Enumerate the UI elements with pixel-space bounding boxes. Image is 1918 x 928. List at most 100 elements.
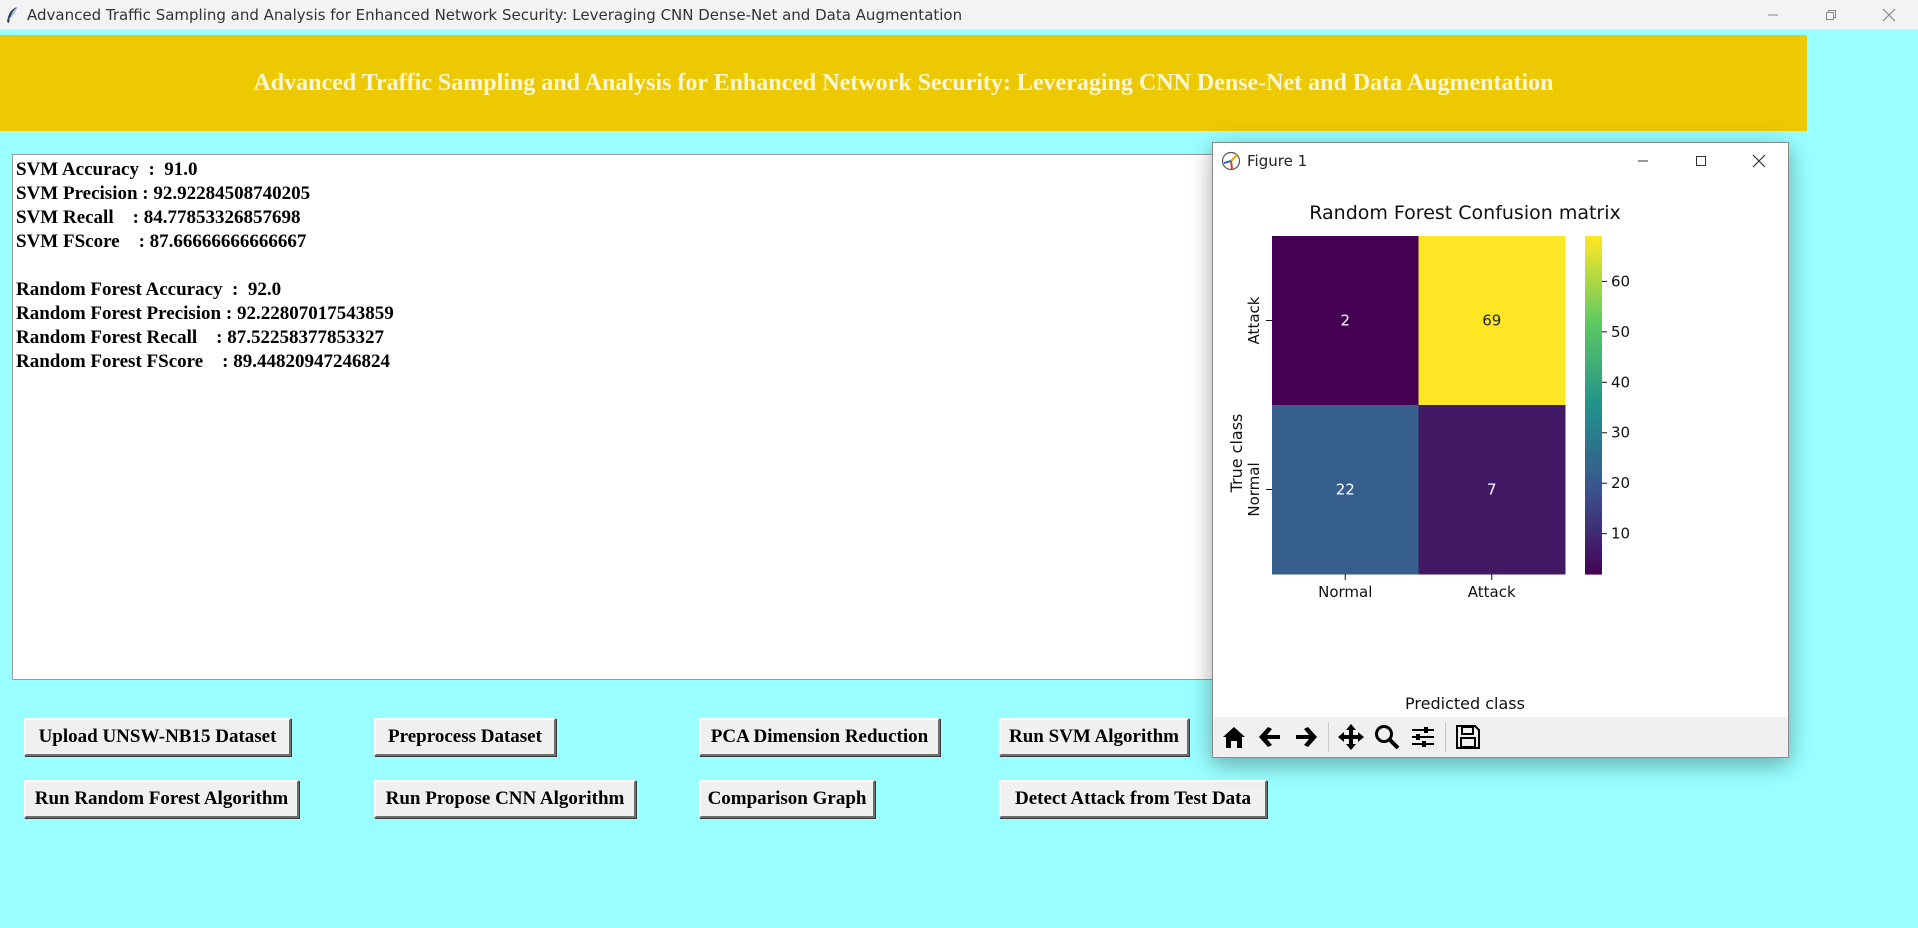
colorbar-segment: [1585, 561, 1602, 567]
colorbar-segment: [1585, 426, 1602, 431]
colorbar-segment: [1585, 375, 1602, 381]
colorbar-segment: [1585, 459, 1602, 465]
colorbar-tick-label: 40: [1611, 373, 1630, 391]
colorbar-segment: [1585, 383, 1602, 389]
home-button[interactable]: [1216, 719, 1252, 755]
colorbar-segment: [1585, 303, 1602, 309]
output-line: SVM FScore : 87.66666666666667: [16, 231, 307, 252]
minimize-icon: [1638, 160, 1648, 162]
colorbar-segment: [1585, 438, 1602, 444]
cell-value-label: 69: [1482, 312, 1501, 330]
colorbar-segment: [1585, 527, 1602, 533]
colorbar-segment: [1585, 295, 1602, 300]
colorbar-segment: [1585, 362, 1602, 368]
colorbar-segment: [1585, 502, 1602, 507]
colorbar-segment: [1585, 523, 1602, 529]
close-icon: [1882, 8, 1896, 21]
y-tick-label: Attack: [1245, 296, 1263, 344]
colorbar-segment: [1585, 493, 1602, 499]
colorbar-tick-label: 50: [1611, 323, 1630, 341]
back-arrow-icon: [1259, 727, 1280, 747]
y-tick-label: Normal: [1245, 462, 1263, 516]
colorbar-segment: [1585, 535, 1602, 541]
results-text-area[interactable]: SVM Accuracy : 91.0 SVM Precision : 92.9…: [12, 154, 1412, 680]
run-cnn-button[interactable]: Run Propose CNN Algorithm: [374, 780, 636, 818]
colorbar-segment: [1585, 358, 1602, 364]
colorbar-segment: [1585, 519, 1602, 524]
comparison-graph-button[interactable]: Comparison Graph: [699, 780, 875, 818]
colorbar-segment: [1585, 366, 1602, 372]
minimize-button[interactable]: [1744, 0, 1802, 29]
colorbar-segment: [1585, 464, 1602, 469]
restore-button[interactable]: [1802, 0, 1860, 29]
colorbar-segment: [1585, 345, 1602, 351]
minimize-icon: [1768, 14, 1778, 15]
colorbar-segment: [1585, 337, 1602, 343]
colorbar-segment: [1585, 540, 1602, 546]
colorbar-segment: [1585, 333, 1602, 338]
close-icon: [1752, 154, 1766, 168]
window-title: Advanced Traffic Sampling and Analysis f…: [27, 5, 963, 24]
output-line: SVM Precision : 92.92284508740205: [16, 183, 311, 204]
figure-close-button[interactable]: [1730, 143, 1788, 179]
app-header: Advanced Traffic Sampling and Analysis f…: [0, 35, 1807, 131]
colorbar-segment: [1585, 413, 1602, 419]
colorbar-segment: [1585, 476, 1602, 482]
colorbar-segment: [1585, 324, 1602, 330]
figure-maximize-button[interactable]: [1672, 143, 1730, 179]
output-line: SVM Accuracy : 91.0: [16, 159, 198, 180]
figure-minimize-button[interactable]: [1614, 143, 1672, 179]
colorbar-tick-label: 30: [1611, 424, 1630, 442]
colorbar-segment: [1585, 307, 1602, 313]
forward-button[interactable]: [1288, 719, 1324, 755]
colorbar-segment: [1585, 240, 1602, 246]
feather-icon: [7, 6, 18, 23]
colorbar-segment: [1585, 252, 1602, 258]
colorbar-tick-label: 10: [1611, 525, 1630, 543]
back-button[interactable]: [1252, 719, 1288, 755]
maximize-icon: [1696, 156, 1706, 166]
colorbar-segment: [1585, 274, 1602, 279]
figure-toolbar: [1213, 717, 1788, 757]
colorbar-segment: [1585, 497, 1602, 503]
colorbar-segment: [1585, 544, 1602, 550]
upload-dataset-button[interactable]: Upload UNSW-NB15 Dataset: [24, 718, 291, 756]
colorbar-segment: [1585, 443, 1602, 448]
run-random-forest-button[interactable]: Run Random Forest Algorithm: [24, 780, 299, 818]
colorbar-segment: [1585, 434, 1602, 440]
colorbar-segment: [1585, 328, 1602, 334]
cell-value-label: 22: [1336, 481, 1355, 499]
detect-attack-button[interactable]: Detect Attack from Test Data: [999, 780, 1267, 818]
pan-button[interactable]: [1333, 719, 1369, 755]
chart-title: Random Forest Confusion matrix: [1309, 202, 1621, 224]
colorbar-segment: [1585, 481, 1602, 486]
colorbar-segment: [1585, 265, 1602, 271]
colorbar-segment: [1585, 316, 1602, 322]
close-button[interactable]: [1860, 0, 1918, 29]
x-axis-label: Predicted class: [1405, 694, 1525, 713]
x-tick-label: Attack: [1468, 583, 1516, 601]
colorbar-segment: [1585, 510, 1602, 516]
colorbar-segment: [1585, 400, 1602, 406]
colorbar-segment: [1585, 468, 1602, 474]
confusion-matrix-plot: Random Forest Confusion matrix Predicted…: [1227, 202, 1630, 713]
colorbar-segment: [1585, 269, 1602, 275]
zoom-icon: [1375, 725, 1400, 750]
pca-dimension-reduction-button[interactable]: PCA Dimension Reduction: [699, 718, 940, 756]
colorbar-segment: [1585, 341, 1602, 347]
configure-subplots-icon: [1412, 727, 1434, 747]
figure-titlebar: Figure 1: [1213, 143, 1788, 179]
x-tick-label: Normal: [1318, 583, 1372, 601]
colorbar-segment: [1585, 489, 1602, 495]
preprocess-dataset-button[interactable]: Preprocess Dataset: [374, 718, 556, 756]
window-titlebar: Advanced Traffic Sampling and Analysis f…: [0, 0, 1918, 30]
configure-subplots-button[interactable]: [1405, 719, 1441, 755]
zoom-button[interactable]: [1369, 719, 1405, 755]
colorbar-segment: [1585, 565, 1602, 571]
colorbar-segment: [1585, 299, 1602, 305]
save-button[interactable]: [1450, 719, 1486, 755]
colorbar-segment: [1585, 409, 1602, 415]
run-svm-button[interactable]: Run SVM Algorithm: [999, 718, 1189, 756]
figure-title: Figure 1: [1247, 152, 1308, 170]
